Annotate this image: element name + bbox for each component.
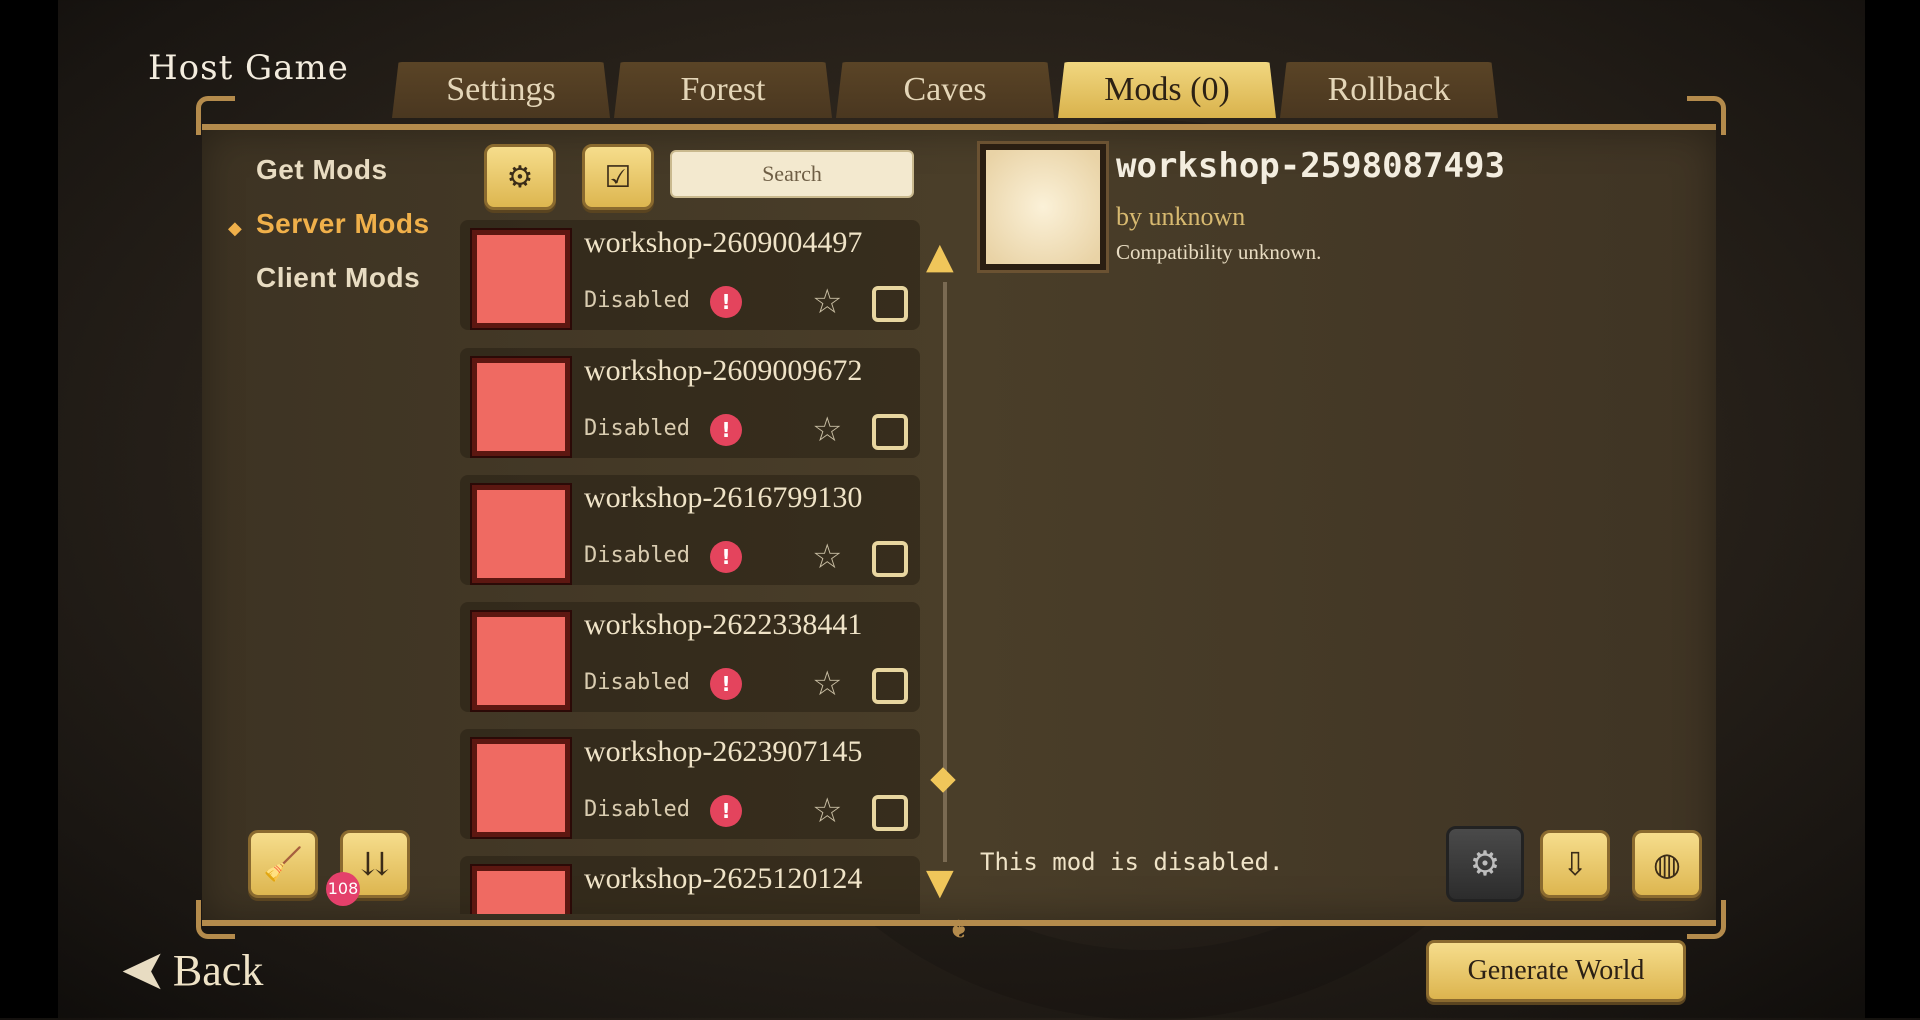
enable-checkbox[interactable]	[872, 541, 908, 577]
mod-thumbnail	[472, 866, 570, 914]
mod-name: workshop-2609009672	[584, 354, 863, 387]
list-item[interactable]: workshop-2616799130 Disabled ! ☆	[460, 475, 920, 585]
detail-status-message: This mod is disabled.	[980, 848, 1284, 876]
sidebar-item-get-mods[interactable]: Get Mods	[256, 154, 388, 186]
scroll-down-arrow-icon[interactable]: ▼	[926, 862, 954, 903]
page-title: Host Game	[148, 48, 349, 88]
warning-icon: !	[710, 795, 742, 827]
detail-author: by unknown	[1116, 202, 1246, 231]
mod-thumbnail	[472, 485, 570, 583]
enable-checkbox[interactable]	[872, 286, 908, 322]
panel-corner-ornament	[196, 900, 235, 939]
configure-mod-button[interactable]: ⚙	[1446, 826, 1524, 902]
download-icon: ⇩	[1561, 845, 1589, 883]
screw-icon: ⚙	[1469, 844, 1501, 884]
panel-corner-ornament	[1687, 900, 1726, 939]
mod-name: workshop-2625120124	[584, 862, 863, 895]
update-mod-button[interactable]: ⇩	[1540, 830, 1610, 898]
favorite-star-icon[interactable]: ☆	[812, 410, 842, 450]
bottom-ornament-icon: ❦	[948, 915, 970, 945]
back-button[interactable]: ➤ Back	[120, 938, 263, 1003]
update-count-badge: 108	[326, 872, 360, 906]
enable-checkbox[interactable]	[872, 795, 908, 831]
tab-caves[interactable]: Caves	[836, 62, 1054, 118]
favorite-star-icon[interactable]: ☆	[812, 282, 842, 322]
enable-checkbox[interactable]	[872, 414, 908, 450]
mod-thumbnail	[472, 230, 570, 328]
list-item[interactable]: workshop-2622338441 Disabled ! ☆	[460, 602, 920, 712]
warning-icon: !	[710, 541, 742, 573]
download-arrows-icon: ⇊	[361, 845, 389, 883]
detail-thumbnail	[980, 144, 1106, 270]
sidebar-item-server-mods[interactable]: Server Mods	[256, 208, 430, 240]
back-label: Back	[172, 946, 264, 995]
filter-enabled-button[interactable]: ⚙	[484, 144, 556, 210]
tab-forest[interactable]: Forest	[614, 62, 832, 118]
list-item[interactable]: workshop-2609009672 Disabled ! ☆	[460, 348, 920, 458]
workshop-page-button[interactable]: ◍	[1632, 830, 1702, 898]
mods-panel	[202, 124, 1716, 926]
scroll-up-arrow-icon[interactable]: ▲	[926, 236, 954, 277]
right-shade	[1865, 0, 1920, 1018]
mod-thumbnail	[472, 358, 570, 456]
panel-corner-ornament	[196, 96, 235, 135]
mod-status: Disabled	[584, 670, 690, 695]
list-item[interactable]: workshop-2609004497 Disabled ! ☆	[460, 220, 920, 330]
filter-updates-button[interactable]: ☑	[582, 144, 654, 210]
broom-icon: 🧹	[263, 845, 303, 883]
mod-thumbnail	[472, 612, 570, 710]
warning-icon: !	[710, 414, 742, 446]
filter-gear-icon: ⚙	[506, 159, 534, 195]
detail-compatibility: Compatibility unknown.	[1116, 240, 1322, 264]
list-item[interactable]: workshop-2623907145 Disabled ! ☆	[460, 729, 920, 839]
mod-list: workshop-2609004497 Disabled ! ☆ worksho…	[460, 218, 920, 914]
mod-name: workshop-2623907145	[584, 735, 863, 768]
generate-world-button[interactable]: Generate World	[1426, 940, 1686, 1002]
mod-status: Disabled	[584, 543, 690, 568]
mod-thumbnail	[472, 739, 570, 837]
filter-check-icon: ☑	[604, 159, 632, 195]
warning-icon: !	[710, 668, 742, 700]
warning-icon: !	[710, 286, 742, 318]
mod-status: Disabled	[584, 416, 690, 441]
mod-name: workshop-2622338441	[584, 608, 863, 641]
favorite-star-icon[interactable]: ☆	[812, 537, 842, 577]
selected-arrow-icon: ◆	[228, 218, 242, 239]
mod-name: workshop-2616799130	[584, 481, 863, 514]
sidebar-item-client-mods[interactable]: Client Mods	[256, 262, 420, 294]
favorite-star-icon[interactable]: ☆	[812, 791, 842, 831]
cleanup-button[interactable]: 🧹	[248, 830, 318, 898]
mod-name: workshop-2609004497	[584, 226, 863, 259]
back-arrow-icon: ➤	[120, 938, 167, 1003]
detail-title: workshop-2598087493	[1116, 146, 1505, 186]
tab-bar: Settings Forest Caves Mods (0) Rollback	[392, 62, 1498, 118]
mod-status: Disabled	[584, 797, 690, 822]
globe-icon: ◍	[1653, 845, 1681, 883]
tab-rollback[interactable]: Rollback	[1280, 62, 1498, 118]
left-shade	[0, 0, 58, 1018]
enable-checkbox[interactable]	[872, 668, 908, 704]
tab-mods[interactable]: Mods (0)	[1058, 62, 1276, 118]
tab-settings[interactable]: Settings	[392, 62, 610, 118]
panel-corner-ornament	[1687, 96, 1726, 135]
list-item[interactable]: workshop-2625120124	[460, 856, 920, 914]
favorite-star-icon[interactable]: ☆	[812, 664, 842, 704]
search-input[interactable]	[670, 150, 914, 198]
mod-status: Disabled	[584, 288, 690, 313]
